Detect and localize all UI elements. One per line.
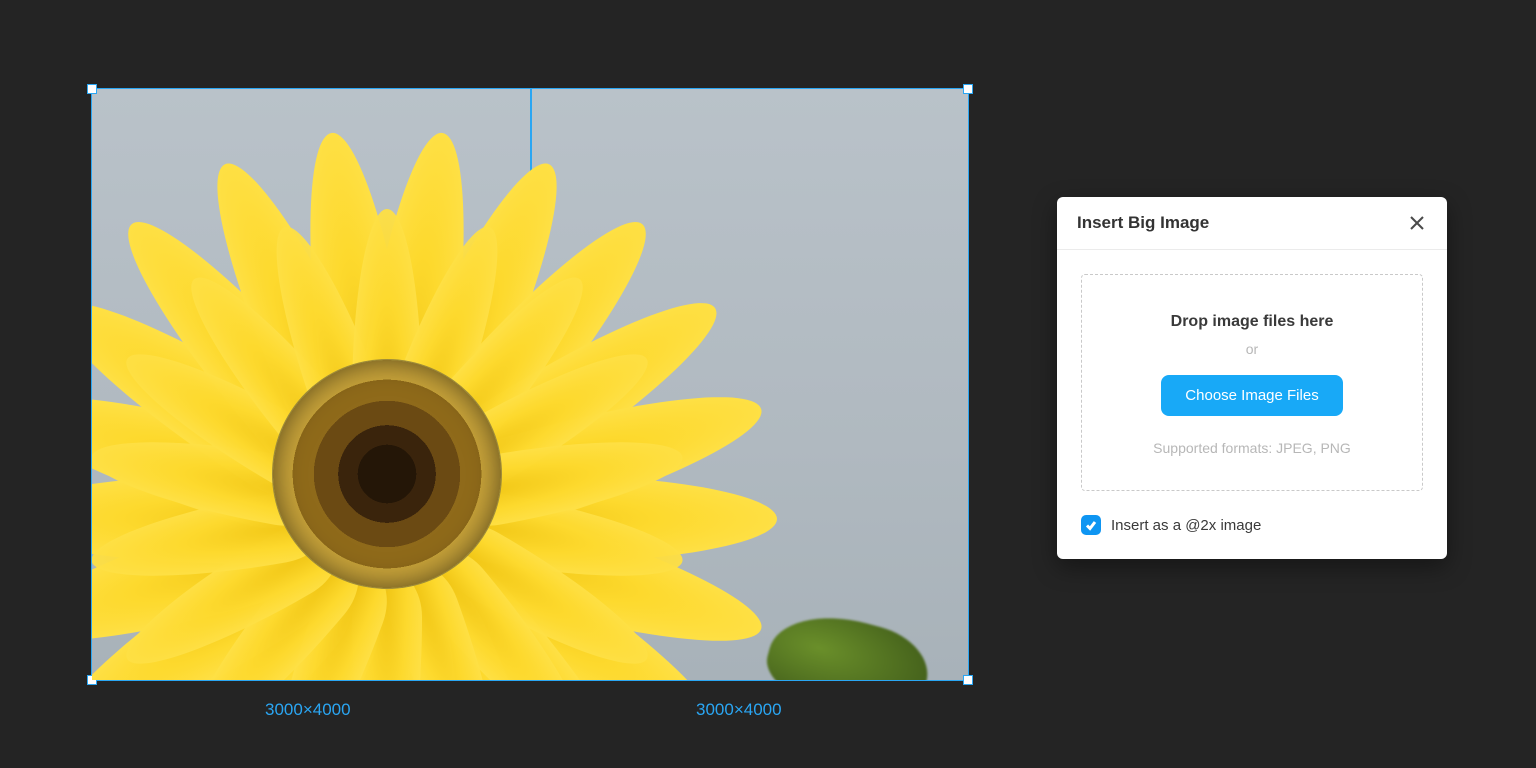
resize-handle-top-left[interactable]: [87, 84, 97, 94]
insert-2x-checkbox[interactable]: [1081, 515, 1101, 535]
image-preview: [92, 89, 968, 680]
close-button[interactable]: [1407, 213, 1427, 233]
resize-handle-top-right[interactable]: [963, 84, 973, 94]
drop-zone[interactable]: Drop image files here or Choose Image Fi…: [1081, 274, 1423, 491]
choose-image-files-button[interactable]: Choose Image Files: [1161, 375, 1342, 416]
drop-zone-or: or: [1102, 341, 1402, 357]
resize-handle-bottom-right[interactable]: [963, 675, 973, 685]
dialog-title: Insert Big Image: [1077, 213, 1209, 233]
dialog-header: Insert Big Image: [1057, 197, 1447, 250]
close-icon: [1409, 215, 1425, 231]
checkmark-icon: [1085, 519, 1097, 531]
slice-dimension-right: 3000×4000: [696, 700, 782, 720]
supported-formats-text: Supported formats: JPEG, PNG: [1102, 440, 1402, 456]
insert-2x-label: Insert as a @2x image: [1111, 517, 1261, 534]
drop-zone-title: Drop image files here: [1102, 313, 1402, 331]
image-content: [759, 601, 937, 680]
slice-dimension-left: 3000×4000: [265, 700, 351, 720]
image-content: [272, 359, 502, 589]
insert-big-image-dialog: Insert Big Image Drop image files here o…: [1057, 197, 1447, 559]
image-selection[interactable]: [91, 88, 969, 681]
